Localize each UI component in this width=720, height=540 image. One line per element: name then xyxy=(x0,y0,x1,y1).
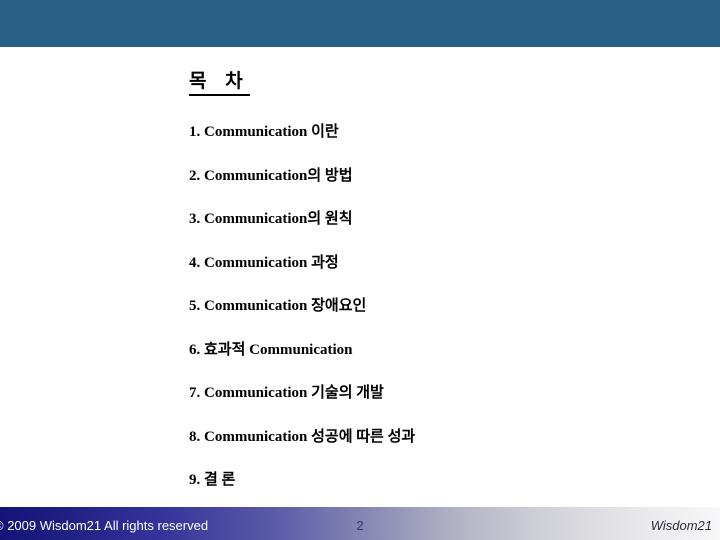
list-item: 1. Communication 이란 xyxy=(189,124,339,140)
list-item: 3. Communication의 원칙 xyxy=(189,211,353,227)
footer-page-number: 2 xyxy=(356,518,364,533)
table-of-contents-list: 1. Communication 이란 2. Communication의 방법… xyxy=(189,121,669,513)
list-item: 7. Communication 기술의 개발 xyxy=(189,385,384,401)
list-item: 9. 결 론 xyxy=(189,472,236,488)
list-item: 5. Communication 장애요인 xyxy=(189,298,367,314)
slide-content-area: 목 차 1. Communication 이란 2. Communication… xyxy=(0,47,720,507)
list-item: 4. Communication 과정 xyxy=(189,254,339,271)
list-item: 8. Communication 성공에 따른 성과 xyxy=(189,428,416,445)
footer-brand-label: Wisdom21 xyxy=(650,518,712,533)
list-item: 2. Communication의 방법 xyxy=(189,167,353,184)
presentation-slide: 목 차 1. Communication 이란 2. Communication… xyxy=(0,0,720,540)
slide-header-band xyxy=(0,0,720,47)
page-title: 목 차 xyxy=(189,71,250,96)
slide-footer-band: © 2009 Wisdom21 All rights reserved 2 Wi… xyxy=(0,507,720,540)
list-item: 6. 효과적 Communication xyxy=(189,341,353,358)
